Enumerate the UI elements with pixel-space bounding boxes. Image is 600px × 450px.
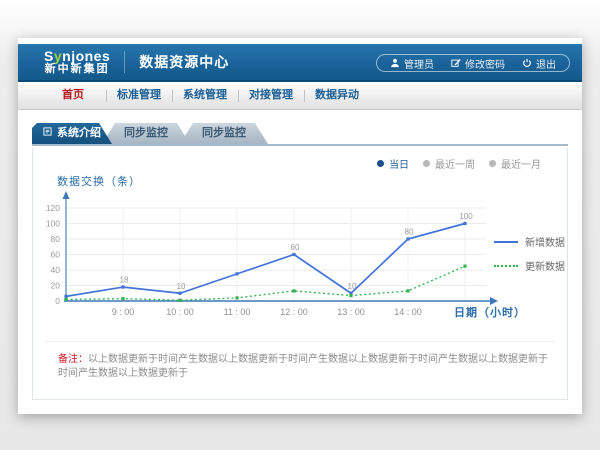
svg-text:10: 10 bbox=[348, 282, 357, 291]
current-user-button[interactable]: 管理员 bbox=[390, 56, 434, 71]
footnote: 备注：以上数据更新于时间产生数据以上数据更新于时间产生数据以上数据更新于时间产生… bbox=[58, 353, 553, 381]
blue-line-swatch-icon bbox=[494, 241, 518, 243]
logo-subtitle: 新中新集团 bbox=[44, 64, 110, 76]
tab-system-intro[interactable]: 系统介绍 bbox=[32, 123, 112, 144]
svg-text:14 : 00: 14 : 00 bbox=[394, 307, 422, 317]
svg-text:100: 100 bbox=[459, 212, 473, 221]
footnote-text: 以上数据更新于时间产生数据以上数据更新于时间产生数据以上数据更新于时间产生数据以… bbox=[58, 354, 548, 379]
tab-bar: 系统介绍 同步监控 同步监控 bbox=[32, 125, 568, 146]
svg-text:100: 100 bbox=[46, 219, 60, 229]
document-icon bbox=[43, 123, 52, 144]
svg-text:20: 20 bbox=[51, 281, 61, 291]
chart-legend: 新增数据 更新数据 bbox=[494, 234, 565, 282]
range-option-today[interactable]: 当日 bbox=[377, 156, 409, 171]
legend-item-new-data: 新增数据 bbox=[494, 234, 565, 249]
svg-text:80: 80 bbox=[405, 228, 414, 237]
svg-text:11 : 00: 11 : 00 bbox=[224, 307, 251, 317]
svg-text:12 : 00: 12 : 00 bbox=[280, 307, 308, 317]
radio-dot-icon bbox=[423, 160, 430, 167]
nav-item-system-mgmt[interactable]: 系统管理 bbox=[172, 82, 238, 109]
svg-text:40: 40 bbox=[51, 265, 61, 275]
svg-text:120: 120 bbox=[46, 203, 60, 213]
x-axis-title: 日期（小时） bbox=[454, 304, 526, 320]
legend-label: 更新数据 bbox=[525, 258, 565, 273]
footnote-label: 备注： bbox=[58, 354, 88, 365]
nav-item-standard-mgmt[interactable]: 标准管理 bbox=[106, 82, 172, 109]
legend-item-updated-data: 更新数据 bbox=[494, 258, 565, 273]
tab-sync-monitor-1[interactable]: 同步监控 bbox=[102, 123, 190, 144]
tab-label: 同步监控 bbox=[124, 127, 168, 139]
current-user-label: 管理员 bbox=[404, 56, 434, 71]
nav-item-home[interactable]: 首页 bbox=[40, 82, 106, 109]
line-chart: 0 20 40 60 80 100 120 9 : 00 10 : 00 11 : 00 12 : … bbox=[41, 184, 511, 329]
svg-text:10 : 00: 10 : 00 bbox=[166, 307, 194, 317]
range-option-label: 当日 bbox=[389, 156, 409, 171]
tab-label: 同步监控 bbox=[202, 127, 246, 139]
range-option-label: 最近一月 bbox=[501, 156, 541, 171]
nav-item-label: 对接管理 bbox=[249, 89, 293, 101]
nav-item-label: 数据异动 bbox=[315, 89, 359, 101]
svg-text:10: 10 bbox=[177, 282, 186, 291]
content-panel: 当日 最近一周 最近一月 数据交换（条） 0204060801001209 : … bbox=[32, 148, 568, 400]
radio-dot-icon bbox=[377, 160, 384, 167]
svg-text:0: 0 bbox=[55, 296, 60, 306]
range-option-last-month[interactable]: 最近一月 bbox=[489, 156, 541, 171]
svg-text:9 : 00: 9 : 00 bbox=[112, 307, 135, 317]
nav-item-label: 首页 bbox=[62, 89, 84, 101]
tab-sync-monitor-2[interactable]: 同步监控 bbox=[180, 123, 268, 144]
power-icon bbox=[522, 58, 532, 68]
range-option-label: 最近一周 bbox=[435, 156, 475, 171]
footnote-divider bbox=[45, 341, 555, 342]
svg-text:80: 80 bbox=[51, 234, 61, 244]
app-window: Synjones 新中新集团 数据资源中心 管理员 修改密码 bbox=[18, 38, 582, 414]
green-dotted-swatch-icon bbox=[494, 265, 518, 267]
time-range-selector: 当日 最近一周 最近一月 bbox=[377, 156, 541, 171]
svg-text:60: 60 bbox=[51, 250, 61, 260]
svg-text:60: 60 bbox=[291, 243, 300, 252]
edit-icon bbox=[451, 58, 461, 68]
change-password-label: 修改密码 bbox=[465, 56, 505, 71]
radio-dot-icon bbox=[489, 160, 496, 167]
nav-item-data-change[interactable]: 数据异动 bbox=[304, 82, 370, 109]
nav-item-label: 系统管理 bbox=[183, 89, 227, 101]
nav-item-label: 标准管理 bbox=[117, 89, 161, 101]
legend-label: 新增数据 bbox=[525, 234, 565, 249]
logout-button[interactable]: 退出 bbox=[522, 56, 556, 71]
main-nav: 首页 标准管理 系统管理 对接管理 数据异动 bbox=[18, 82, 582, 110]
company-logo: Synjones 新中新集团 bbox=[44, 49, 124, 75]
logout-label: 退出 bbox=[536, 56, 556, 71]
change-password-button[interactable]: 修改密码 bbox=[451, 56, 505, 71]
logo-wordmark: Synjones bbox=[44, 49, 110, 64]
header-bar: Synjones 新中新集团 数据资源中心 管理员 修改密码 bbox=[18, 44, 582, 82]
header-actions: 管理员 修改密码 退出 bbox=[376, 54, 570, 72]
nav-item-interface-mgmt[interactable]: 对接管理 bbox=[238, 82, 304, 109]
tab-label: 系统介绍 bbox=[57, 123, 101, 144]
svg-text:18: 18 bbox=[120, 276, 129, 285]
svg-text:13 : 00: 13 : 00 bbox=[337, 307, 365, 317]
range-option-last-week[interactable]: 最近一周 bbox=[423, 156, 475, 171]
page-title: 数据资源中心 bbox=[125, 52, 229, 72]
user-icon bbox=[390, 58, 400, 68]
